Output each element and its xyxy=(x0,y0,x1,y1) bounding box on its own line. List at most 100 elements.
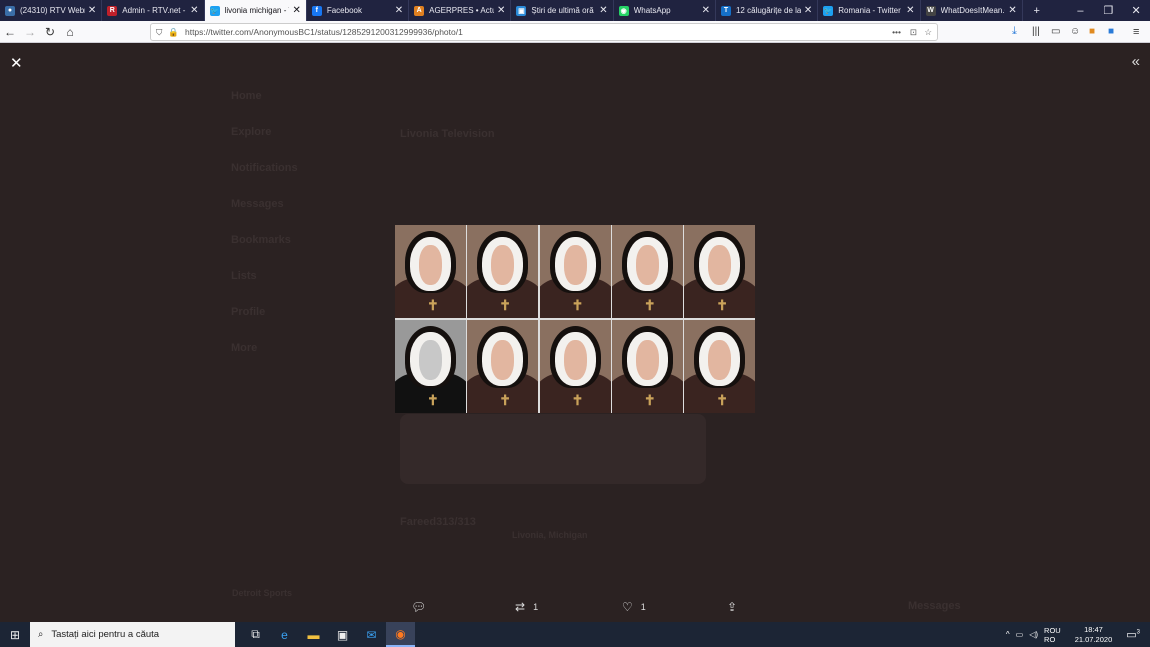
nun-portrait: ✝ xyxy=(539,225,611,318)
taskbar-search[interactable]: ⌕ Tastați aici pentru a căuta xyxy=(30,622,235,647)
nun-portrait: ✝ xyxy=(611,225,683,318)
tweet-photo[interactable]: ✝ ✝ ✝ ✝ ✝ ✝ ✝ ✝ ✝ ✝ xyxy=(395,225,756,413)
nun-portrait: ✝ xyxy=(684,320,756,413)
background-tweet-text: Livonia, Michigan xyxy=(512,530,588,540)
bookmark-star-icon[interactable]: ☆ xyxy=(924,27,932,38)
tab-4[interactable]: A AGERPRES • Actualit✕ xyxy=(409,0,512,21)
tab-label: Admin - RTV.net - xyxy=(122,6,186,15)
tab-7[interactable]: T 12 călugărițe de la o ✕ xyxy=(716,0,819,21)
tab-2[interactable]: 🐦 livonia michigan - Tw✕ xyxy=(204,0,307,21)
background-nav-more: More xyxy=(231,342,258,354)
tab-8[interactable]: 🐦 Romania - Twitter Se✕ xyxy=(818,0,921,21)
tab-0[interactable]: ● (24310) RTV Webmai✕ xyxy=(0,0,103,21)
sidebar-icon[interactable]: ▭ xyxy=(1051,26,1060,37)
search-icon: ⌕ xyxy=(38,629,44,640)
tab-favicon-icon: f xyxy=(311,5,322,16)
home-icon[interactable]: ⌂ xyxy=(60,22,80,42)
lang-top: ROU xyxy=(1044,625,1061,635)
tab-5[interactable]: ▣ Știri de ultimă oră - A✕ xyxy=(511,0,614,21)
menu-icon[interactable]: ≡ xyxy=(1133,26,1139,38)
background-image xyxy=(400,414,706,484)
share-button[interactable]: ⇪ xyxy=(727,600,737,614)
language-indicator[interactable]: ROU RO xyxy=(1044,626,1061,644)
clock[interactable]: 18:47 21.07.2020 xyxy=(1075,625,1113,645)
extension-icon-2[interactable]: ■ xyxy=(1108,26,1114,37)
network-icon[interactable]: ▭ xyxy=(1016,630,1024,639)
volume-icon[interactable]: ◁) xyxy=(1029,630,1038,639)
tab-favicon-icon: ▣ xyxy=(516,5,527,16)
tab-label: 12 călugărițe de la o xyxy=(735,6,801,15)
firefox-icon[interactable]: ◉ xyxy=(386,622,415,647)
tab-favicon-icon: 🐦 xyxy=(823,5,834,16)
download-icon[interactable]: ⤓ xyxy=(1012,25,1017,38)
close-icon[interactable]: ✕ xyxy=(10,54,23,72)
tab-close-icon[interactable]: ✕ xyxy=(906,5,914,16)
nun-portrait: ✝ xyxy=(467,225,539,318)
reply-icon: 💬︎ xyxy=(411,600,427,614)
tab-close-icon[interactable]: ✕ xyxy=(292,5,300,16)
restore-icon[interactable]: ❐ xyxy=(1094,0,1122,21)
store-icon[interactable]: ▣ xyxy=(328,622,357,647)
background-author: Livonia Television xyxy=(400,128,495,140)
forward-icon[interactable]: → xyxy=(20,22,40,42)
pocket-icon[interactable]: ⊡ xyxy=(910,27,917,38)
minimize-icon[interactable]: – xyxy=(1067,0,1095,21)
tab-favicon-icon: R xyxy=(107,5,118,16)
tab-6[interactable]: ◉ WhatsApp ✕ xyxy=(614,0,716,21)
library-icon[interactable]: ||| xyxy=(1032,26,1040,37)
tab-9[interactable]: W WhatDoesItMean.Co✕ xyxy=(921,0,1023,21)
nun-portrait: ✝ xyxy=(467,320,539,413)
shield-icon[interactable]: ⛉ xyxy=(156,27,162,38)
nun-portrait: ✝ xyxy=(539,320,611,413)
account-icon[interactable]: ☺ xyxy=(1070,26,1080,37)
tab-label: (24310) RTV Webmai xyxy=(20,6,85,15)
windows-taskbar: ⊞ ⌕ Tastați aici pentru a căuta ⧉ e ▬ ▣ … xyxy=(0,622,1150,647)
tray-chevron-icon[interactable]: ^ xyxy=(1006,630,1010,639)
extension-icon[interactable]: ■ xyxy=(1089,26,1095,37)
background-nav-explore: Explore xyxy=(231,126,272,138)
tab-close-icon[interactable]: ✕ xyxy=(1008,5,1016,16)
collapse-panel-icon[interactable]: « xyxy=(1132,53,1140,70)
retweet-button[interactable]: ⇄ 1 xyxy=(515,600,538,614)
file-explorer-icon[interactable]: ▬ xyxy=(299,622,328,647)
tab-close-icon[interactable]: ✕ xyxy=(599,5,607,16)
url-text[interactable]: https://twitter.com/AnonymousBC1/status/… xyxy=(185,27,463,37)
tab-strip: ●(24310) RTV Webmai✕RAdmin - RTV.net -✕🐦… xyxy=(0,0,1150,21)
share-icon: ⇪ xyxy=(727,600,738,614)
heart-icon: ♡ xyxy=(622,600,633,614)
background-nav-bookmarks: Bookmarks xyxy=(231,234,291,246)
notification-icon[interactable]: ▭3 xyxy=(1126,628,1140,641)
tab-close-icon[interactable]: ✕ xyxy=(395,5,403,16)
address-bar[interactable]: ⛉ 🔒 https://twitter.com/AnonymousBC1/sta… xyxy=(150,23,938,41)
start-icon[interactable]: ⊞ xyxy=(0,622,30,647)
tab-close-icon[interactable]: ✕ xyxy=(497,5,505,16)
retweet-count: 1 xyxy=(533,602,539,612)
reply-button[interactable]: 💬︎ xyxy=(411,600,426,614)
reload-icon[interactable]: ↻ xyxy=(40,22,60,42)
task-view-icon[interactable]: ⧉ xyxy=(241,622,270,647)
background-nav-lists: Lists xyxy=(231,270,257,282)
tab-close-icon[interactable]: ✕ xyxy=(804,5,812,16)
lock-icon[interactable]: 🔒 xyxy=(168,27,179,38)
search-placeholder: Tastați aici pentru a căuta xyxy=(51,629,160,640)
back-icon[interactable]: ← xyxy=(0,22,20,42)
mail-icon[interactable]: ✉ xyxy=(357,622,386,647)
tab-close-icon[interactable]: ✕ xyxy=(702,5,710,16)
background-author-3: Detroit Sports xyxy=(232,588,293,598)
tab-close-icon[interactable]: ✕ xyxy=(190,5,198,16)
window-close-icon[interactable]: ✕ xyxy=(1122,0,1150,21)
retweet-icon: ⇄ xyxy=(515,600,526,614)
tab-favicon-icon: 🐦 xyxy=(209,5,220,16)
new-tab-icon[interactable]: + xyxy=(1023,0,1051,21)
background-author-2: Fareed313/313 xyxy=(400,516,476,528)
tab-close-icon[interactable]: ✕ xyxy=(88,5,96,16)
tab-3[interactable]: f Facebook ✕ xyxy=(307,0,410,21)
edge-icon[interactable]: e xyxy=(270,622,299,647)
page-actions-icon[interactable]: ••• xyxy=(892,27,901,37)
background-nav-notifications: Notifications xyxy=(231,162,298,174)
like-button[interactable]: ♡ 1 xyxy=(622,600,646,614)
tab-label: Știri de ultimă oră - A xyxy=(531,6,596,15)
nun-portrait: ✝ xyxy=(684,225,756,318)
tab-label: livonia michigan - Tw xyxy=(224,6,290,15)
tab-1[interactable]: R Admin - RTV.net - ✕ xyxy=(102,0,205,21)
